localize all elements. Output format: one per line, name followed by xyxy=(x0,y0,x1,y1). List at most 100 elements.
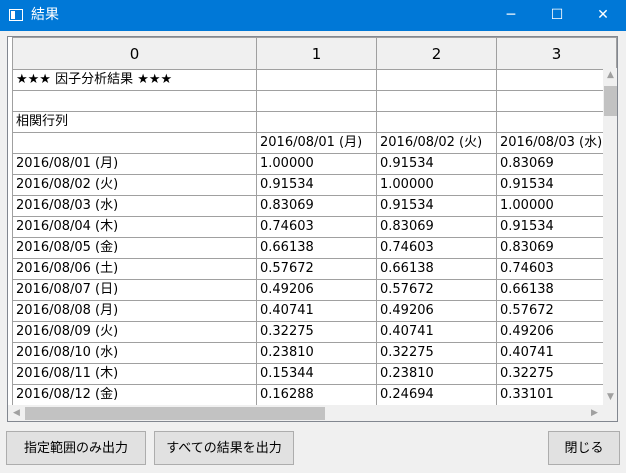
grid-cell[interactable] xyxy=(256,111,377,133)
grid-cell[interactable]: 0.23810 xyxy=(376,363,497,385)
grid-cell[interactable]: 0.66138 xyxy=(256,237,377,259)
close-window-button[interactable]: ✕ xyxy=(580,0,626,31)
horizontal-scrollbar[interactable]: ◀ ▶ xyxy=(8,405,603,421)
grid-cell[interactable]: 2016/08/02 (火) xyxy=(376,132,497,154)
grid-cell[interactable] xyxy=(12,132,257,154)
table-row: 2016/08/10 (水) 0.23810 0.32275 0.40741 xyxy=(12,342,617,364)
export-range-button[interactable]: 指定範囲のみ出力 xyxy=(6,431,146,465)
grid-cell[interactable]: 0.49206 xyxy=(376,300,497,322)
grid-cell[interactable]: 0.74603 xyxy=(256,216,377,238)
title-bar: 結果 ─ ☐ ✕ xyxy=(0,0,626,31)
grid-cell[interactable]: 0.91534 xyxy=(256,174,377,196)
grid-cell[interactable] xyxy=(496,90,617,112)
grid-cell[interactable]: 0.40741 xyxy=(496,342,617,364)
grid-cell[interactable]: 1.00000 xyxy=(256,153,377,175)
grid-body: ★★★ 因子分析結果 ★★★ 相関行列 2016/08/01 (月) 2016/08/… xyxy=(12,69,617,406)
grid-cell[interactable]: 2016/08/08 (月) xyxy=(12,300,257,322)
grid-cell[interactable]: 0.66138 xyxy=(496,279,617,301)
close-button[interactable]: 閉じる xyxy=(548,431,620,465)
vertical-scroll-thumb[interactable] xyxy=(604,86,617,116)
table-row: 2016/08/11 (木) 0.15344 0.23810 0.32275 xyxy=(12,363,617,385)
column-header-1[interactable]: 1 xyxy=(256,37,377,70)
scroll-down-icon[interactable]: ▼ xyxy=(603,390,617,405)
grid-cell[interactable]: 2016/08/03 (水) xyxy=(12,195,257,217)
grid-cell[interactable]: 0.91534 xyxy=(376,153,497,175)
table-row: 相関行列 xyxy=(12,111,617,133)
grid-cell[interactable] xyxy=(496,111,617,133)
table-row xyxy=(12,90,617,112)
table-row: ★★★ 因子分析結果 ★★★ xyxy=(12,69,617,91)
grid-cell[interactable] xyxy=(496,69,617,91)
grid-cell[interactable]: 0.83069 xyxy=(496,153,617,175)
grid-cell[interactable] xyxy=(376,69,497,91)
grid-cell[interactable]: 0.49206 xyxy=(256,279,377,301)
maximize-button[interactable]: ☐ xyxy=(534,0,580,31)
grid-cell[interactable]: 2016/08/11 (木) xyxy=(12,363,257,385)
grid-cell[interactable]: 0.91534 xyxy=(496,216,617,238)
table-row: 2016/08/03 (水) 0.83069 0.91534 1.00000 xyxy=(12,195,617,217)
grid-cell[interactable]: 2016/08/02 (火) xyxy=(12,174,257,196)
grid-cell[interactable]: 1.00000 xyxy=(376,174,497,196)
scroll-up-icon[interactable]: ▲ xyxy=(603,68,617,83)
grid-cell[interactable]: 0.33101 xyxy=(496,384,617,406)
grid-cell[interactable]: 0.57672 xyxy=(496,300,617,322)
minimize-button[interactable]: ─ xyxy=(488,0,534,31)
grid-cell[interactable] xyxy=(376,111,497,133)
grid-cell[interactable]: 2016/08/09 (火) xyxy=(12,321,257,343)
grid-cell[interactable]: 0.24694 xyxy=(376,384,497,406)
column-header-2[interactable]: 2 xyxy=(376,37,497,70)
scroll-right-icon[interactable]: ▶ xyxy=(587,406,602,421)
grid-cell[interactable]: ★★★ 因子分析結果 ★★★ xyxy=(12,69,257,91)
table-row: 2016/08/04 (木) 0.74603 0.83069 0.91534 xyxy=(12,216,617,238)
table-row: 2016/08/09 (火) 0.32275 0.40741 0.49206 xyxy=(12,321,617,343)
app-window-icon xyxy=(9,9,23,21)
grid-cell[interactable]: 相関行列 xyxy=(12,111,257,133)
grid-cell[interactable]: 0.57672 xyxy=(376,279,497,301)
grid-cell[interactable] xyxy=(256,69,377,91)
grid-cell[interactable]: 2016/08/04 (木) xyxy=(12,216,257,238)
vertical-scrollbar[interactable]: ▲ ▼ xyxy=(603,68,617,405)
grid-cell[interactable]: 0.91534 xyxy=(496,174,617,196)
results-table: 0123 ★★★ 因子分析結果 ★★★ 相関行列 2016/08/01 (月) 201… xyxy=(12,37,617,406)
results-grid[interactable]: 0123 ★★★ 因子分析結果 ★★★ 相関行列 2016/08/01 (月) 201… xyxy=(7,36,618,422)
grid-cell[interactable]: 0.32275 xyxy=(256,321,377,343)
grid-cell[interactable] xyxy=(256,90,377,112)
scroll-left-icon[interactable]: ◀ xyxy=(9,406,24,421)
grid-cell[interactable]: 2016/08/03 (水) xyxy=(496,132,617,154)
table-row: 2016/08/01 (月) 1.00000 0.91534 0.83069 xyxy=(12,153,617,175)
window-title: 結果 xyxy=(31,7,59,23)
grid-cell[interactable]: 0.57672 xyxy=(256,258,377,280)
table-row: 2016/08/05 (金) 0.66138 0.74603 0.83069 xyxy=(12,237,617,259)
column-header-row: 0123 xyxy=(12,37,617,70)
grid-cell[interactable]: 2016/08/05 (金) xyxy=(12,237,257,259)
grid-cell[interactable]: 0.49206 xyxy=(496,321,617,343)
grid-cell[interactable] xyxy=(376,90,497,112)
horizontal-scroll-thumb[interactable] xyxy=(25,407,325,420)
column-header-0[interactable]: 0 xyxy=(12,37,257,70)
grid-cell[interactable]: 2016/08/01 (月) xyxy=(256,132,377,154)
grid-cell[interactable]: 0.40741 xyxy=(376,321,497,343)
export-all-button[interactable]: すべての結果を出力 xyxy=(154,431,294,465)
grid-cell[interactable]: 2016/08/01 (月) xyxy=(12,153,257,175)
grid-cell[interactable]: 0.91534 xyxy=(376,195,497,217)
scrollbar-corner xyxy=(603,405,617,421)
grid-cell[interactable]: 0.83069 xyxy=(256,195,377,217)
grid-cell[interactable]: 0.32275 xyxy=(376,342,497,364)
column-header-3[interactable]: 3 xyxy=(496,37,617,70)
grid-cell[interactable]: 0.83069 xyxy=(496,237,617,259)
grid-cell[interactable]: 2016/08/07 (日) xyxy=(12,279,257,301)
grid-cell[interactable]: 0.16288 xyxy=(256,384,377,406)
grid-cell[interactable]: 1.00000 xyxy=(496,195,617,217)
grid-cell[interactable]: 2016/08/06 (土) xyxy=(12,258,257,280)
grid-cell[interactable]: 0.15344 xyxy=(256,363,377,385)
grid-cell[interactable]: 0.74603 xyxy=(376,237,497,259)
grid-cell[interactable]: 0.40741 xyxy=(256,300,377,322)
grid-cell[interactable]: 0.74603 xyxy=(496,258,617,280)
grid-cell[interactable] xyxy=(12,90,257,112)
grid-cell[interactable]: 0.66138 xyxy=(376,258,497,280)
grid-cell[interactable]: 0.32275 xyxy=(496,363,617,385)
grid-cell[interactable]: 2016/08/12 (金) xyxy=(12,384,257,406)
grid-cell[interactable]: 0.23810 xyxy=(256,342,377,364)
grid-cell[interactable]: 0.83069 xyxy=(376,216,497,238)
grid-cell[interactable]: 2016/08/10 (水) xyxy=(12,342,257,364)
